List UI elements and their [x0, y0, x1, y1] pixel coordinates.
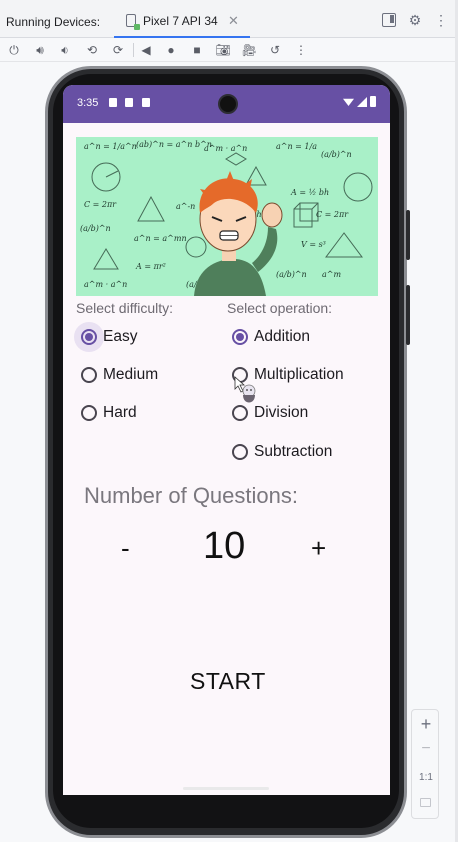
svg-text:a^n = 1/a: a^n = 1/a: [276, 142, 317, 151]
radio-subtraction-indicator[interactable]: [232, 444, 248, 460]
home-icon[interactable]: ●: [163, 42, 179, 58]
status-bar: 3:35: [63, 85, 390, 123]
gesture-nav-bar[interactable]: [183, 787, 269, 790]
device-tab-pixel7[interactable]: Pixel 7 API 34 ✕: [114, 8, 250, 38]
volume-down-icon[interactable]: 🔉︎: [57, 42, 73, 58]
back-icon[interactable]: ◀: [138, 42, 154, 58]
phone-screen: 3:35 a^n = 1/a^n (ab)^n = a^n b^n a^m · …: [63, 85, 390, 795]
mouse-cursor-mascot-icon: [234, 376, 256, 403]
svg-text:C = 2πr: C = 2πr: [84, 200, 117, 209]
ide-tab-bar: Running Devices: Pixel 7 API 34 ✕ ⚙ ⋮: [0, 0, 458, 38]
svg-text:A = πr²: A = πr²: [135, 262, 166, 271]
math-doodle-image: a^n = 1/a^n (ab)^n = a^n b^n a^m · a^n a^n…: [80, 140, 373, 296]
more-vertical-icon[interactable]: ⋮: [434, 13, 448, 27]
radio-hard-indicator[interactable]: [81, 405, 97, 421]
shield-notification-icon: [109, 98, 117, 107]
radio-easy-indicator[interactable]: [81, 329, 97, 345]
radio-addition-indicator[interactable]: [232, 329, 248, 345]
screenshot-icon[interactable]: 📷︎: [215, 42, 231, 58]
svg-text:(a/b)^n: (a/b)^n: [276, 270, 307, 279]
phone-volume-button: [406, 285, 410, 345]
signal-icon: [357, 96, 367, 107]
radio-division-label: Division: [254, 404, 309, 421]
device-icon: [126, 14, 140, 30]
more-options-icon[interactable]: ⋮: [293, 42, 309, 58]
rotate-left-icon[interactable]: ⟲: [84, 42, 100, 58]
radio-medium-indicator[interactable]: [81, 367, 97, 383]
radio-easy[interactable]: Easy: [74, 322, 138, 352]
close-tab-icon[interactable]: ✕: [228, 13, 239, 29]
radio-easy-label: Easy: [103, 328, 138, 345]
zoom-controls: + − 1:1: [411, 709, 439, 819]
svg-text:a^m: a^m: [322, 270, 341, 279]
svg-text:(a/b)^n: (a/b)^n: [80, 224, 111, 233]
app-notification-icon: [142, 98, 150, 107]
rotate-right-icon[interactable]: ⟳: [110, 42, 126, 58]
svg-text:a^n = 1/a^n: a^n = 1/a^n: [84, 142, 137, 151]
svg-text:(ab)^n = a^n b^n: (ab)^n = a^n b^n: [136, 140, 212, 149]
running-devices-label: Running Devices:: [6, 15, 101, 29]
radio-medium[interactable]: Medium: [81, 363, 158, 387]
wifi-icon: [343, 98, 354, 106]
layout-icon[interactable]: [382, 13, 396, 27]
overview-icon[interactable]: ■: [189, 42, 205, 58]
svg-text:a^n = a^mn: a^n = a^mn: [134, 234, 187, 243]
phone-power-button: [406, 210, 410, 260]
power-icon[interactable]: ⏻: [6, 42, 22, 58]
decrease-questions-button[interactable]: -: [121, 533, 130, 564]
zoom-actual-size-button[interactable]: 1:1: [412, 772, 440, 783]
svg-text:C = 2πr: C = 2πr: [316, 210, 349, 219]
increase-questions-button[interactable]: +: [311, 533, 326, 564]
snapshot-restore-icon[interactable]: ↺: [267, 42, 283, 58]
fit-screen-icon[interactable]: [420, 798, 431, 807]
sd-card-icon: [125, 98, 133, 107]
battery-icon: [370, 96, 376, 107]
zoom-in-button[interactable]: +: [412, 714, 440, 735]
number-of-questions-title: Number of Questions:: [84, 483, 298, 508]
svg-text:a^-n: a^-n: [176, 202, 195, 211]
svg-text:(a/b)^n: (a/b)^n: [321, 150, 352, 159]
difficulty-label: Select difficulty:: [76, 300, 174, 316]
start-button[interactable]: START: [190, 668, 266, 695]
radio-addition-label: Addition: [254, 328, 311, 345]
svg-text:A = ½ bh: A = ½ bh: [290, 188, 329, 197]
radio-hard-label: Hard: [103, 404, 137, 421]
status-time: 3:35: [77, 97, 99, 109]
gear-icon[interactable]: ⚙: [408, 13, 422, 27]
device-tab-label: Pixel 7 API 34: [143, 14, 218, 28]
radio-medium-label: Medium: [103, 366, 159, 383]
svg-text:V = s³: V = s³: [301, 240, 326, 249]
math-banner-illustration: a^n = 1/a^n (ab)^n = a^n b^n a^m · a^n a^n…: [76, 137, 378, 296]
radio-subtraction[interactable]: Subtraction: [232, 440, 332, 464]
operation-label: Select operation:: [227, 300, 333, 316]
svg-text:a^m · a^n: a^m · a^n: [84, 280, 127, 289]
radio-hard[interactable]: Hard: [81, 401, 137, 425]
volume-up-icon[interactable]: 🔊︎: [32, 42, 48, 58]
front-camera: [218, 94, 238, 114]
screen-record-icon[interactable]: 🎥︎: [241, 42, 257, 58]
zoom-out-button[interactable]: −: [412, 740, 440, 758]
radio-multiplication-label: Multiplication: [254, 366, 344, 383]
svg-text:a^m · a^n: a^m · a^n: [204, 144, 247, 153]
radio-subtraction-label: Subtraction: [254, 443, 333, 460]
questions-count: 10: [203, 525, 246, 567]
radio-addition[interactable]: Addition: [232, 325, 310, 349]
device-toolbar: ⏻ 🔊︎ 🔉︎ ⟲ ⟳ ◀ ● ■ 📷︎ 🎥︎ ↺ ⋮: [0, 38, 458, 62]
